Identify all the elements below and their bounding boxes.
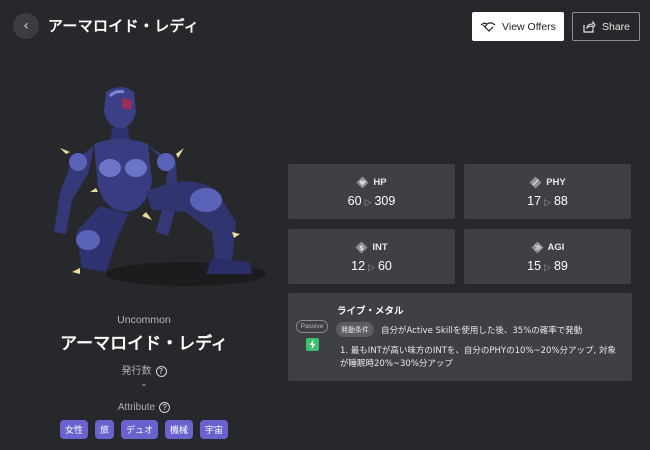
skill-type-badge: Passive — [296, 320, 328, 333]
skill-effect: 1. 最もINTが高い味方のINTを、自分のPHYの10%~20%分アップ, 対… — [340, 346, 616, 369]
attribute-tag[interactable]: 女性 — [59, 420, 88, 439]
stat-card-phy: PHY 17 ▷ 88 — [464, 164, 631, 219]
arrow-right-icon: ▷ — [544, 262, 551, 272]
svg-text:$: $ — [360, 244, 365, 252]
help-icon[interactable]: ? — [155, 365, 167, 377]
skill-card: ライブ・メタル Passive 発動条件 自分がActive Skillを使用し… — [288, 293, 632, 381]
stat-label-int: $ INT — [288, 241, 455, 254]
character-name: アーマロイド・レディ — [60, 334, 228, 354]
stat-value-hp: 60 ▷ 309 — [347, 194, 396, 208]
attribute-tag[interactable]: デュオ — [120, 420, 158, 439]
help-icon[interactable]: ? — [159, 402, 171, 413]
page-title: アーマロイド・レディ — [48, 17, 200, 35]
issue-count-text: 発行数 — [121, 366, 152, 377]
skill-name: ライブ・メタル — [337, 306, 404, 317]
stat-value-phy: 17 ▷ 88 — [527, 194, 568, 208]
condition-text: 自分がActive Skillを使用した後、35%の確率で発動 — [381, 326, 583, 336]
stat-card-hp: HP 60 ▷ 309 — [288, 164, 455, 219]
stat-card-agi: AGI 15 ▷ 89 — [464, 229, 631, 284]
stat-value-int: 12 ▷ 60 — [351, 259, 392, 273]
brain-icon: $ — [355, 241, 368, 254]
stat-card-int: $ INT 12 ▷ 60 — [288, 229, 455, 284]
attribute-label: Attribute? — [0, 402, 288, 413]
heart-icon — [356, 176, 369, 189]
share-icon — [583, 20, 596, 33]
character-sprite — [54, 87, 266, 286]
speed-icon — [531, 241, 544, 254]
view-offers-button[interactable]: View Offers — [472, 12, 564, 41]
rarity-label: Uncommon — [117, 314, 171, 326]
attribute-tag[interactable]: 宇宙 — [200, 420, 229, 439]
sword-icon — [529, 176, 542, 189]
share-label: Share — [601, 20, 631, 33]
issue-count-label: 発行数? — [0, 362, 288, 377]
attribute-tag[interactable]: 機械 — [165, 420, 194, 439]
stat-value-agi: 15 ▷ 89 — [527, 259, 568, 273]
arrow-right-icon: ▷ — [368, 262, 375, 272]
chevron-left-icon: ‹ — [23, 18, 29, 34]
attribute-tags: 女性 旅 デュオ 機械 宇宙 — [0, 420, 288, 439]
stat-label-hp: HP — [288, 176, 455, 189]
view-offers-label: View Offers — [502, 20, 556, 33]
back-button[interactable]: ‹ — [13, 13, 39, 39]
stat-label-phy: PHY — [464, 176, 631, 189]
arrow-right-icon: ▷ — [364, 197, 372, 207]
handshake-icon — [480, 21, 496, 32]
share-button[interactable]: Share — [572, 12, 640, 41]
stat-label-agi: AGI — [464, 241, 631, 254]
condition-badge: 発動条件 — [336, 322, 374, 337]
attribute-label-text: Attribute — [117, 402, 156, 414]
attribute-tag[interactable]: 旅 — [94, 420, 114, 439]
arrow-right-icon: ▷ — [544, 197, 551, 207]
issue-count-value: - — [142, 378, 146, 391]
passive-skill-icon — [306, 338, 319, 351]
